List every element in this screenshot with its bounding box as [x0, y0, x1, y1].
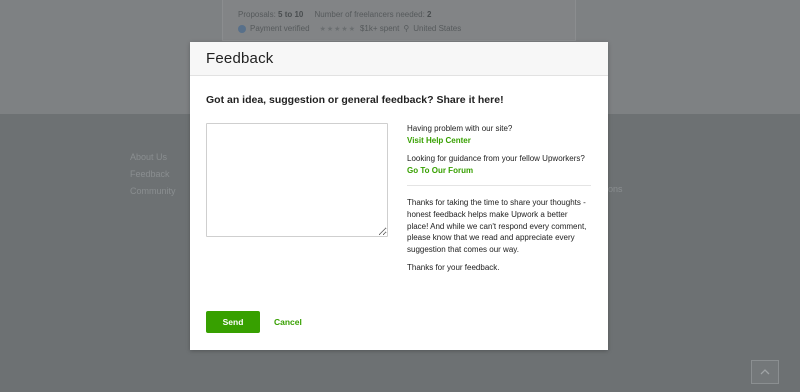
- footer-link-community[interactable]: Community: [130, 185, 176, 198]
- payment-status: Payment verified: [250, 24, 310, 33]
- forum-block: Looking for guidance from your fellow Up…: [407, 153, 591, 176]
- proposals-value: 5 to 10: [278, 10, 304, 19]
- dialog-header: Feedback: [190, 42, 608, 76]
- feedback-prompt: Got an idea, suggestion or general feedb…: [206, 94, 504, 106]
- help-question: Having problem with our site?: [407, 124, 513, 133]
- help-sidebar: Having problem with our site? Visit Help…: [407, 123, 591, 274]
- dialog-title: Feedback: [206, 50, 274, 67]
- forum-link[interactable]: Go To Our Forum: [407, 165, 591, 177]
- send-button[interactable]: Send: [206, 311, 260, 333]
- verified-icon: [238, 24, 246, 33]
- spent-amount: $1k+ spent: [359, 24, 400, 33]
- freelancers-value: 2: [427, 10, 432, 19]
- forum-question: Looking for guidance from your fellow Up…: [407, 154, 585, 164]
- thanks-short: Thanks for your feedback.: [407, 263, 500, 273]
- location-pin-icon: ⚲: [403, 24, 410, 33]
- freelancers-label: Number of freelancers needed:: [314, 10, 425, 19]
- scroll-to-top-button[interactable]: [751, 360, 779, 384]
- feedback-textarea[interactable]: [206, 123, 388, 237]
- job-card-stats: Proposals: 5 to 10 Number of freelancers…: [238, 10, 431, 19]
- thanks-paragraph: Thanks for taking the time to share your…: [407, 198, 587, 254]
- proposals-label: Proposals:: [238, 10, 276, 19]
- cancel-button[interactable]: Cancel: [274, 317, 302, 327]
- sidebar-divider: [407, 185, 591, 187]
- footer-link-partial[interactable]: ions: [606, 184, 623, 194]
- job-card: [222, 0, 576, 41]
- help-block: Having problem with our site? Visit Help…: [407, 123, 591, 146]
- chevron-up-icon: [760, 369, 770, 375]
- footer-link-about[interactable]: About Us: [130, 151, 176, 164]
- help-center-link[interactable]: Visit Help Center: [407, 135, 591, 147]
- rating-stars: ★★★★★: [319, 25, 356, 33]
- client-location: United States: [413, 24, 462, 33]
- job-card-client-info: Payment verified ★★★★★ $1k+ spent ⚲ Unit…: [238, 24, 461, 33]
- footer-link-feedback[interactable]: Feedback: [130, 168, 176, 181]
- footer-links: About Us Feedback Community: [130, 151, 176, 198]
- feedback-dialog: Feedback Got an idea, suggestion or gene…: [190, 42, 608, 350]
